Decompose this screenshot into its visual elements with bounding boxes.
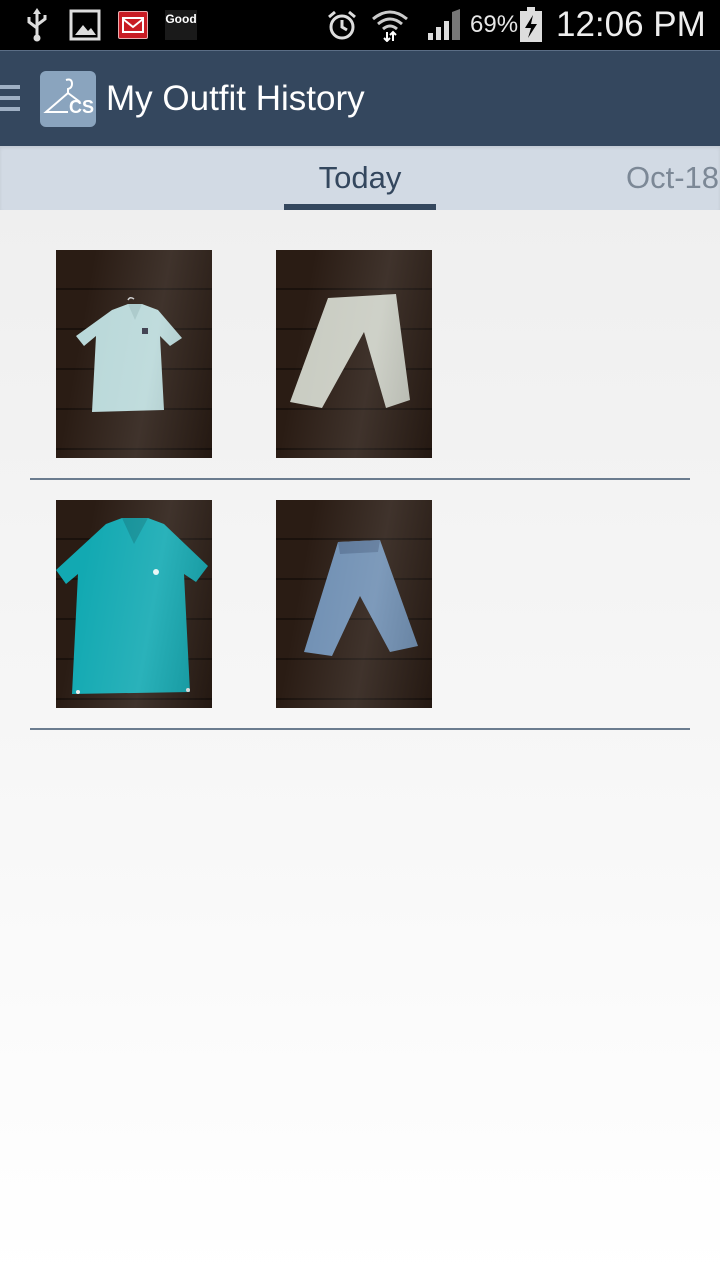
outfit-item-photo[interactable]	[56, 250, 212, 458]
polo-shirt-image	[76, 296, 182, 412]
outfit-divider	[30, 478, 690, 480]
signal-icon	[426, 0, 462, 50]
date-tab-bar: Today Oct-18	[0, 146, 720, 210]
gallery-icon	[68, 0, 102, 50]
polo-shirt-image	[56, 518, 208, 694]
selected-tab-indicator	[284, 204, 436, 210]
good-label: Good	[165, 10, 197, 40]
drawer-menu-icon[interactable]	[0, 85, 20, 115]
outfit-item-photo[interactable]	[276, 500, 432, 708]
tab-oct-18[interactable]: Oct-18	[626, 146, 719, 210]
app-logo-text: CS	[69, 97, 95, 117]
clock: 12:06 PM	[556, 5, 706, 44]
tab-today[interactable]: Today	[284, 146, 436, 210]
pants-image	[290, 294, 410, 408]
outfit-item-photo[interactable]	[276, 250, 432, 458]
gmail-icon	[116, 0, 150, 50]
usb-icon	[24, 0, 50, 50]
outfit-divider	[30, 728, 690, 730]
page-title: My Outfit History	[106, 79, 365, 118]
app-logo-icon[interactable]: CS	[40, 71, 96, 127]
battery-percent: 69%	[470, 11, 519, 38]
battery-charging-icon	[519, 0, 543, 50]
alarm-icon	[326, 0, 358, 50]
jeans-image	[304, 540, 418, 656]
status-bar: Good 69% 12:06 PM	[0, 0, 720, 50]
action-bar: CS My Outfit History	[0, 50, 720, 146]
wifi-icon	[370, 0, 410, 50]
good-icon: Good	[164, 0, 198, 50]
outfit-item-photo[interactable]	[56, 500, 212, 708]
